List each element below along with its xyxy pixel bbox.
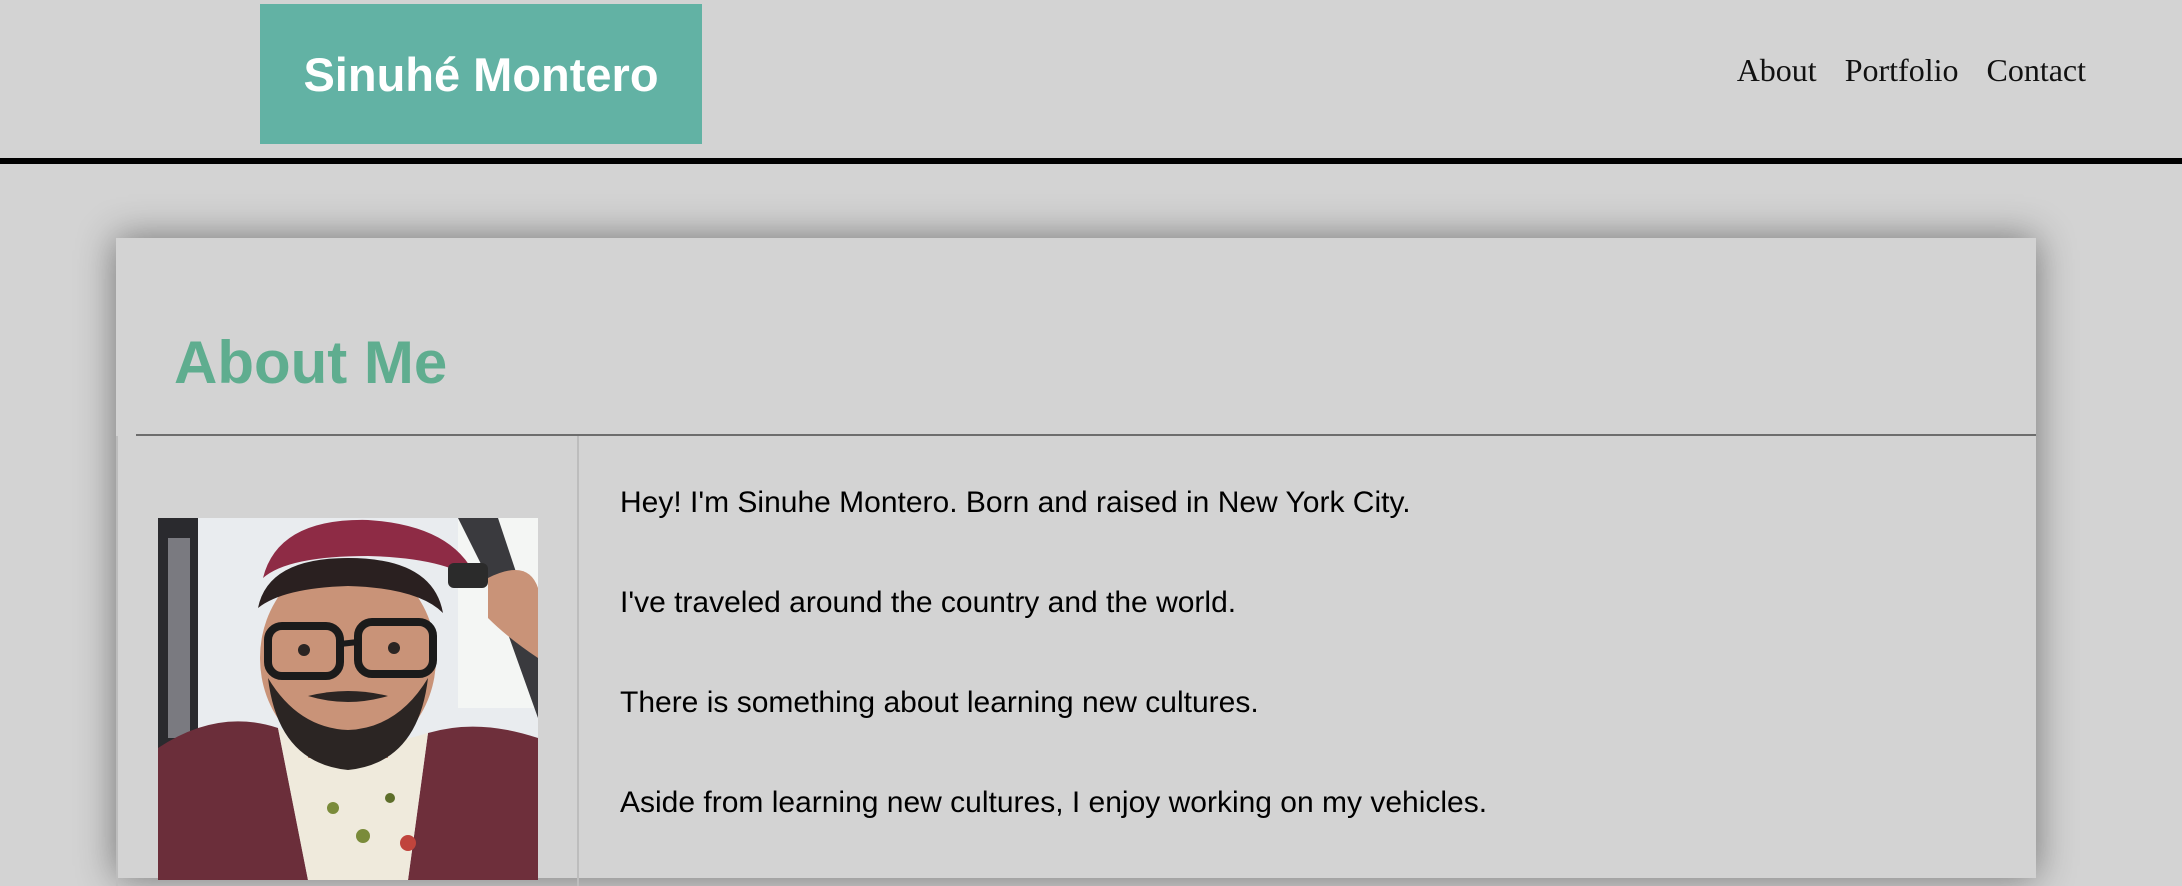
site-header: Sinuhé Montero About Portfolio Contact	[0, 0, 2182, 164]
about-paragraph: There is something about learning new cu…	[620, 686, 1259, 719]
profile-photo-illustration	[158, 518, 538, 880]
about-card: About Me Hey! I'm Sinuhe Montero. Born a…	[116, 238, 2036, 886]
nav-about-link[interactable]: About	[1737, 52, 1817, 89]
brand-logo[interactable]: Sinuhé Montero	[260, 4, 702, 144]
about-paragraph: Aside from learning new cultures, I enjo…	[620, 786, 1488, 819]
about-text: Hey! I'm Sinuhe Montero. Born and raised…	[620, 484, 1487, 884]
main-nav: About Portfolio Contact	[1737, 52, 2086, 89]
about-paragraph: Hey! I'm Sinuhe Montero. Born and raised…	[620, 486, 1411, 519]
about-title: About Me	[174, 329, 448, 396]
brand-name[interactable]: Sinuhé Montero	[303, 47, 658, 102]
nav-portfolio-link[interactable]: Portfolio	[1845, 52, 1959, 89]
nav-contact-link[interactable]: Contact	[1986, 52, 2086, 89]
about-paragraph: I've traveled around the country and the…	[620, 586, 1237, 619]
profile-photo	[158, 518, 538, 880]
